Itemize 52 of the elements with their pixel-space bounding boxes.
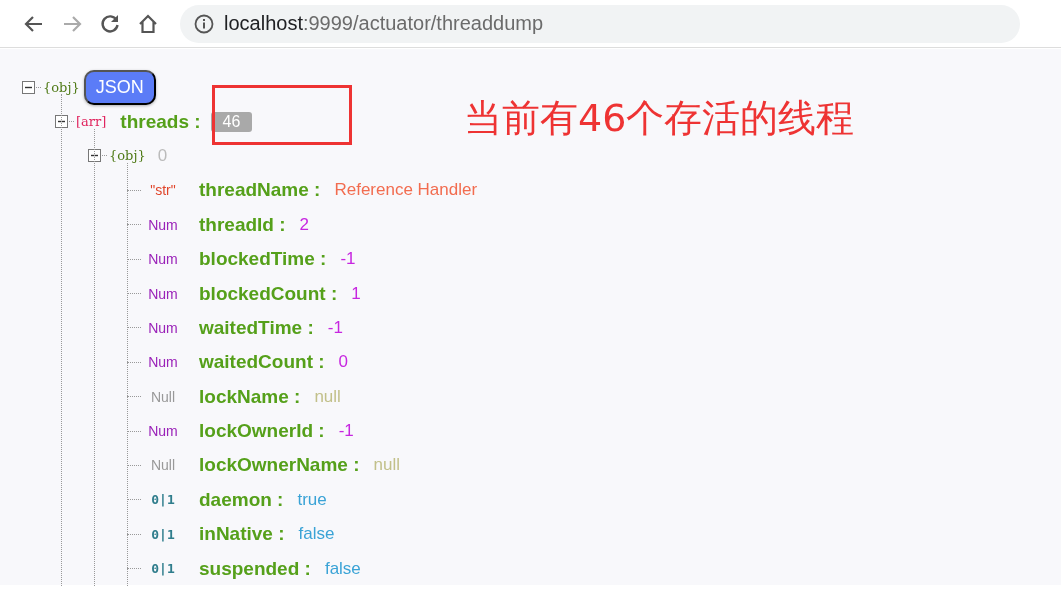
key-label: daemon : xyxy=(199,488,284,511)
key-label: threads : xyxy=(120,110,201,133)
address-bar[interactable]: localhost:9999/actuator/threaddump xyxy=(180,4,1020,43)
value-text: true xyxy=(297,489,327,510)
json-button[interactable]: JSON xyxy=(83,69,156,105)
collapse-toggle-icon[interactable] xyxy=(55,115,68,129)
type-label: Null xyxy=(149,457,177,474)
type-label: Num xyxy=(147,423,179,440)
type-label: 0|1 xyxy=(150,492,176,508)
key-label: blockedCount : xyxy=(199,282,338,305)
key-label: waitedCount : xyxy=(199,351,325,374)
index-label: 0 xyxy=(157,145,168,166)
reload-icon[interactable] xyxy=(99,12,121,35)
type-label: 0|1 xyxy=(150,526,176,542)
key-label: waitedTime : xyxy=(199,316,314,339)
value-text: -1 xyxy=(327,317,343,338)
info-icon[interactable] xyxy=(194,13,214,34)
key-label: lockOwnerId : xyxy=(199,420,325,443)
count-badge: 46 xyxy=(210,111,253,132)
key-label: threadId : xyxy=(199,213,286,236)
type-label: Num xyxy=(147,285,179,302)
type-label: [arr] xyxy=(76,114,107,130)
type-label: Num xyxy=(147,216,179,233)
value-text: 0 xyxy=(338,352,349,373)
type-label: Num xyxy=(147,354,179,371)
type-label: "str" xyxy=(149,182,177,199)
value-text: -1 xyxy=(340,249,356,270)
type-label: {obj} xyxy=(43,79,80,95)
value-text: -1 xyxy=(338,421,354,442)
annotation-text: 当前有46个存活的线程 xyxy=(464,95,855,142)
key-label: suspended : xyxy=(199,557,311,580)
key-label: lockOwnerName : xyxy=(199,454,360,477)
type-label: 0|1 xyxy=(150,561,176,577)
value-text: null xyxy=(314,386,341,407)
key-label: lockName : xyxy=(199,385,301,408)
collapse-toggle-icon[interactable] xyxy=(22,80,35,94)
value-text: false xyxy=(324,558,361,579)
value-text: 2 xyxy=(299,214,310,235)
type-label: Null xyxy=(149,388,177,405)
type-label: Num xyxy=(147,251,179,268)
key-label: inNative : xyxy=(199,523,285,546)
collapse-toggle-icon[interactable] xyxy=(88,149,101,163)
key-label: threadName : xyxy=(199,179,321,202)
value-text: null xyxy=(373,455,400,476)
value-text: 1 xyxy=(351,283,361,304)
key-label: blockedTime : xyxy=(199,248,327,271)
value-text: false xyxy=(298,524,335,545)
value-text: Reference Handler xyxy=(334,180,478,201)
type-label: {obj} xyxy=(109,148,146,164)
home-icon[interactable] xyxy=(137,12,159,35)
type-label: Num xyxy=(147,319,179,336)
url-text: localhost:9999/actuator/threaddump xyxy=(224,12,544,35)
